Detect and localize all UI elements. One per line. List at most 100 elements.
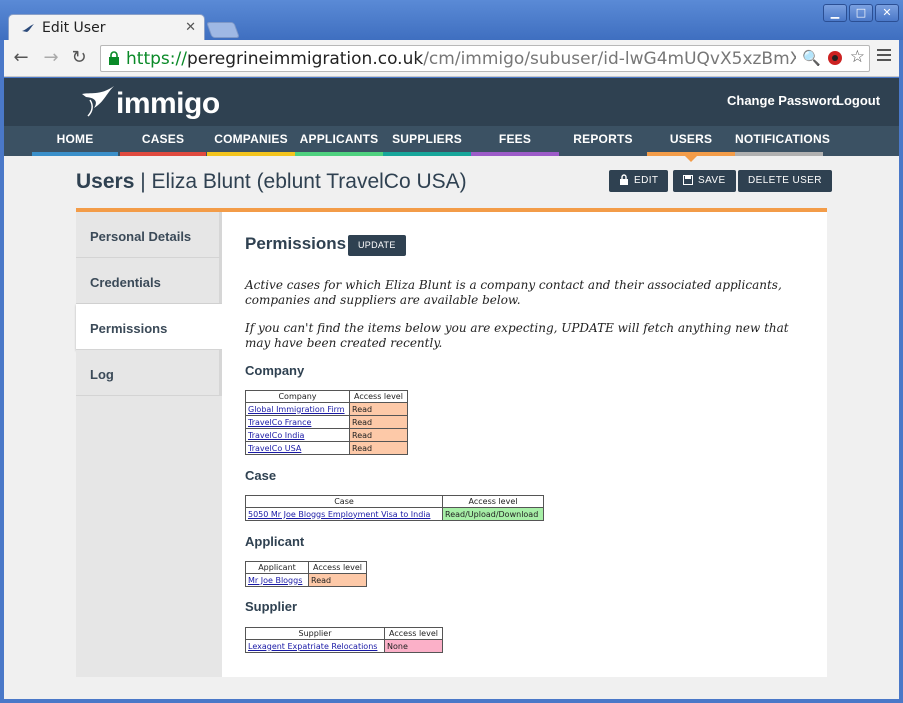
sidebar-item-personal-details[interactable]: Personal Details bbox=[76, 212, 222, 258]
access-level-cell: Read bbox=[349, 441, 408, 455]
column-header: Access level bbox=[349, 390, 408, 403]
applicant-link[interactable]: Mr Joe Bloggs bbox=[248, 576, 302, 585]
case-table: Case Access level 5050 Mr Joe Bloggs Emp… bbox=[245, 495, 544, 521]
edit-button[interactable]: EDIT bbox=[609, 170, 669, 192]
company-link[interactable]: TravelCo France bbox=[248, 418, 311, 427]
table-row: Mr Joe Bloggs Read bbox=[245, 573, 367, 587]
new-tab-button[interactable] bbox=[206, 22, 240, 38]
sidebar-item-credentials[interactable]: Credentials bbox=[76, 258, 222, 304]
table-header-row: Company Access level bbox=[245, 390, 408, 403]
permissions-panel: Permissions UPDATE Active cases for whic… bbox=[222, 212, 827, 677]
reload-icon[interactable]: ↻ bbox=[68, 47, 90, 69]
search-icon[interactable]: 🔍 bbox=[802, 49, 821, 67]
nav-applicants[interactable]: APPLICANTS bbox=[295, 126, 383, 156]
column-header: Applicant bbox=[245, 561, 309, 574]
table-header-row: Case Access level bbox=[245, 495, 544, 508]
column-header: Company bbox=[245, 390, 350, 403]
maximize-icon[interactable]: □ bbox=[849, 4, 873, 22]
nav-fees[interactable]: FEES bbox=[471, 126, 559, 156]
nav-cases[interactable]: CASES bbox=[120, 126, 206, 156]
browser-window: Edit User ✕ ▁ □ ✕ ← → ↻ https://peregrin… bbox=[0, 0, 903, 703]
logout-link[interactable]: Logout bbox=[836, 93, 880, 108]
company-cell[interactable]: TravelCo India bbox=[245, 428, 350, 442]
page-viewport: immigo Change Password Logout HOME CASES… bbox=[4, 78, 899, 699]
nav-color-bar bbox=[735, 152, 823, 156]
sidebar: Personal Details Credentials Permissions… bbox=[76, 212, 224, 677]
company-cell[interactable]: TravelCo USA bbox=[245, 441, 350, 455]
nav-notifications[interactable]: NOTIFICATIONS bbox=[735, 126, 830, 156]
sidebar-item-permissions[interactable]: Permissions bbox=[76, 304, 224, 350]
site-header: immigo Change Password Logout bbox=[4, 78, 899, 126]
company-cell[interactable]: Global Immigration Firm bbox=[245, 402, 350, 416]
hint-text: If you can't find the items below you ar… bbox=[245, 321, 789, 350]
url-text: https://peregrineimmigration.co.uk/cm/im… bbox=[126, 49, 796, 69]
nav-reports[interactable]: REPORTS bbox=[559, 126, 647, 156]
nav-home[interactable]: HOME bbox=[32, 126, 118, 156]
table-row: Global Immigration Firm Read bbox=[245, 402, 408, 416]
nav-color-bar bbox=[120, 152, 206, 156]
case-link[interactable]: 5050 Mr Joe Bloggs Employment Visa to In… bbox=[248, 510, 430, 519]
access-level-cell: Read bbox=[308, 573, 367, 587]
supplier-group-label: Supplier bbox=[245, 599, 298, 614]
column-header: Case bbox=[245, 495, 443, 508]
column-header: Access level bbox=[308, 561, 367, 574]
browser-toolbar: ← → ↻ https://peregrineimmigration.co.uk… bbox=[4, 40, 899, 77]
supplier-link[interactable]: Lexagent Expatriate Relocations bbox=[248, 642, 377, 651]
company-link[interactable]: TravelCo India bbox=[248, 431, 304, 440]
company-link[interactable]: Global Immigration Firm bbox=[248, 405, 345, 414]
nav-color-bar bbox=[295, 152, 383, 156]
applicant-table: Applicant Access level Mr Joe Bloggs Rea… bbox=[245, 561, 367, 587]
case-cell[interactable]: 5050 Mr Joe Bloggs Employment Visa to In… bbox=[245, 507, 443, 521]
intro-text: Active cases for which Eliza Blunt is a … bbox=[245, 278, 782, 307]
back-arrow-icon[interactable]: ← bbox=[10, 47, 32, 69]
nav-color-bar bbox=[32, 152, 118, 156]
forward-arrow-icon[interactable]: → bbox=[40, 47, 62, 69]
tab-strip: Edit User ✕ ▁ □ ✕ bbox=[0, 0, 903, 42]
tab-title: Edit User bbox=[42, 20, 106, 36]
close-window-icon[interactable]: ✕ bbox=[875, 4, 899, 22]
logo-text: immigo bbox=[116, 87, 220, 120]
applicant-group-label: Applicant bbox=[245, 534, 305, 549]
tab-close-icon[interactable]: ✕ bbox=[185, 20, 196, 35]
lock-icon bbox=[620, 174, 628, 185]
applicant-cell[interactable]: Mr Joe Bloggs bbox=[245, 573, 309, 587]
delete-user-button[interactable]: DELETE USER bbox=[738, 170, 832, 192]
nav-suppliers[interactable]: SUPPLIERS bbox=[383, 126, 471, 156]
extension-icon[interactable] bbox=[827, 50, 843, 70]
nav-companies[interactable]: COMPANIES bbox=[207, 126, 295, 156]
column-header: Supplier bbox=[245, 627, 385, 640]
section-title: Permissions bbox=[245, 234, 347, 253]
save-disk-icon bbox=[683, 175, 693, 185]
page-title: Users | Eliza Blunt (eblunt TravelCo USA… bbox=[76, 170, 467, 193]
sidebar-item-log[interactable]: Log bbox=[76, 350, 222, 396]
main-nav: HOME CASES COMPANIES APPLICANTS SUPPLIER… bbox=[4, 126, 899, 162]
browser-tab[interactable]: Edit User ✕ bbox=[8, 14, 205, 42]
active-nav-caret bbox=[685, 156, 697, 162]
supplier-cell[interactable]: Lexagent Expatriate Relocations bbox=[245, 639, 385, 653]
change-password-link[interactable]: Change Password bbox=[727, 93, 840, 108]
table-row: TravelCo India Read bbox=[245, 428, 408, 442]
save-button[interactable]: SAVE bbox=[673, 170, 736, 192]
bird-favicon-icon bbox=[21, 22, 35, 36]
nav-color-bar bbox=[559, 152, 647, 156]
update-button[interactable]: UPDATE bbox=[348, 235, 406, 256]
column-header: Access level bbox=[384, 627, 443, 640]
access-level-cell: None bbox=[384, 639, 443, 653]
access-level-cell: Read bbox=[349, 428, 408, 442]
company-link[interactable]: TravelCo USA bbox=[248, 444, 301, 453]
company-group-label: Company bbox=[245, 363, 305, 378]
access-level-cell: Read bbox=[349, 415, 408, 429]
browser-menu-icon[interactable] bbox=[877, 49, 891, 64]
company-cell[interactable]: TravelCo France bbox=[245, 415, 350, 429]
bookmark-star-icon[interactable]: ☆ bbox=[850, 47, 865, 67]
company-table: Company Access level Global Immigration … bbox=[245, 390, 408, 455]
case-group-label: Case bbox=[245, 468, 277, 483]
table-row: 5050 Mr Joe Bloggs Employment Visa to In… bbox=[245, 507, 544, 521]
address-bar[interactable]: https://peregrineimmigration.co.uk/cm/im… bbox=[100, 45, 870, 72]
table-row: Lexagent Expatriate Relocations None bbox=[245, 639, 443, 653]
supplier-table: Supplier Access level Lexagent Expatriat… bbox=[245, 627, 443, 653]
minimize-icon[interactable]: ▁ bbox=[823, 4, 847, 22]
nav-color-bar bbox=[471, 152, 559, 156]
window-frame-bottom bbox=[0, 699, 903, 703]
nav-users[interactable]: USERS bbox=[647, 126, 735, 162]
